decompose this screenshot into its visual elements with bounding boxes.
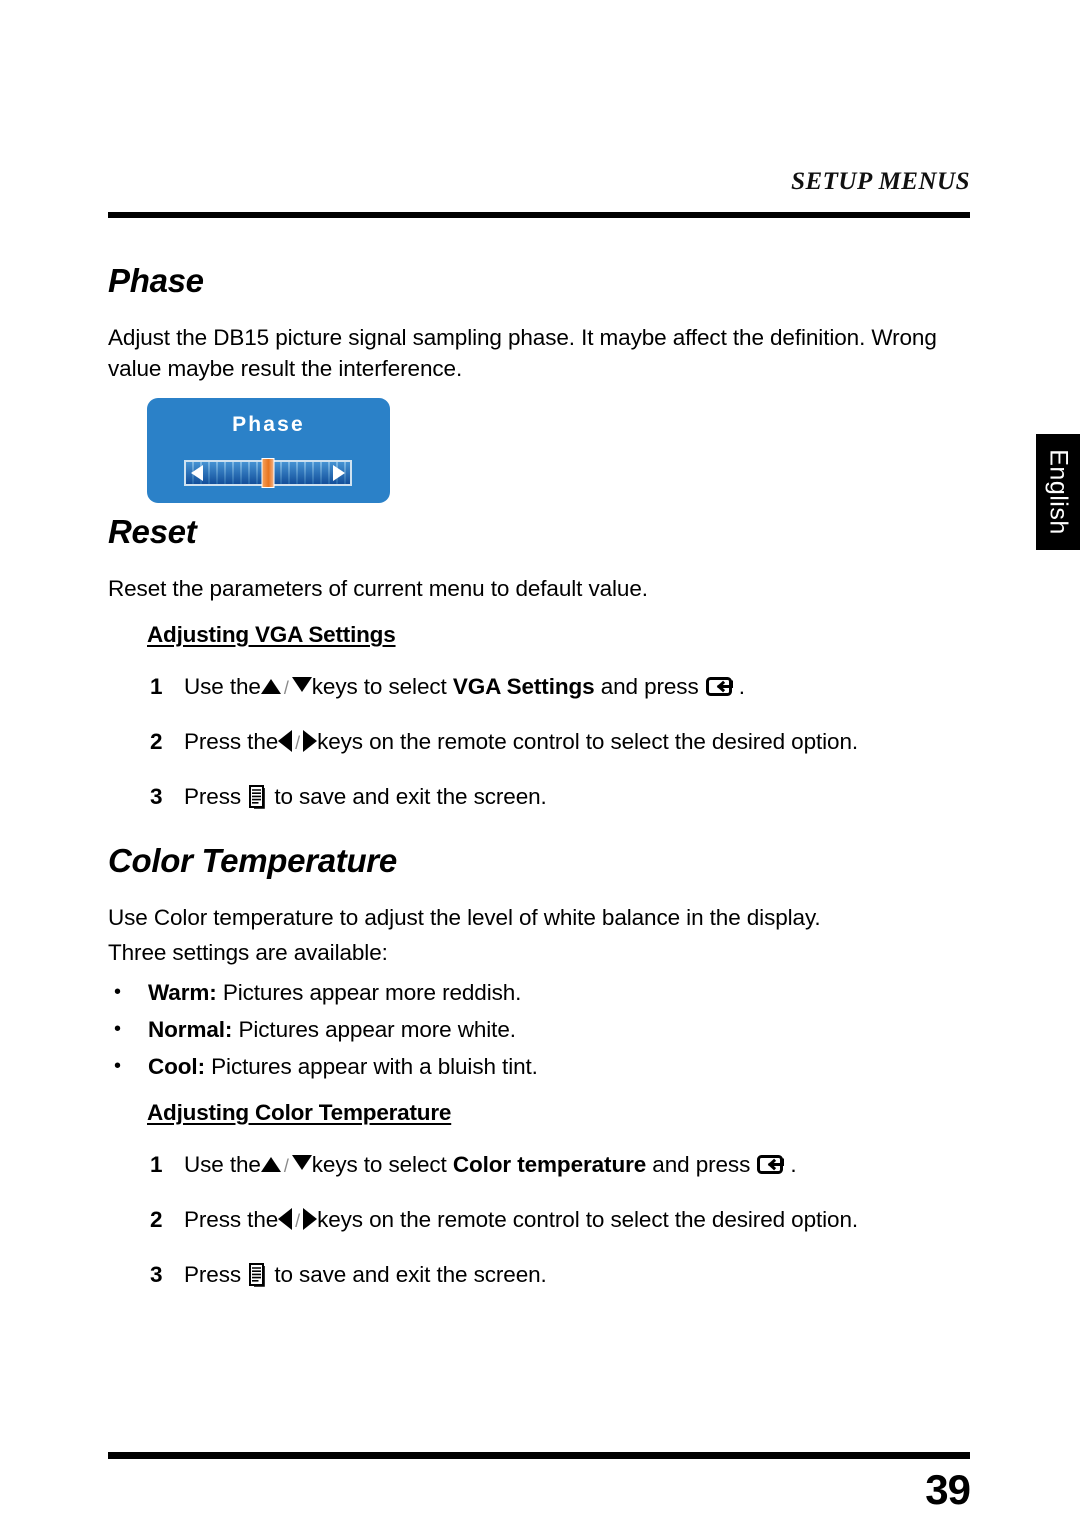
list-item: Normal: Pictures appear more white. [108, 1014, 988, 1045]
option-label: Normal: [148, 1017, 233, 1042]
footer-rule [108, 1452, 970, 1459]
osd-slider[interactable] [184, 458, 352, 488]
enter-key-icon [705, 676, 738, 697]
section-paragraph-color-temperature-2: Three settings are available: [108, 940, 388, 965]
step-text: Press the [184, 729, 279, 754]
step-number: 2 [150, 1207, 163, 1232]
step-text: Press [184, 784, 248, 809]
section-paragraph-reset: Reset the parameters of current menu to … [108, 576, 648, 601]
list-item: Warm: Pictures appear more reddish. [108, 977, 988, 1008]
step-number: 1 [150, 1152, 163, 1177]
step-text: Press the [184, 1207, 279, 1232]
step-text: to save and exit the screen. [268, 784, 547, 809]
triangle-up-icon [260, 679, 281, 694]
option-label: Warm: [148, 980, 217, 1005]
step-number: 3 [150, 784, 163, 809]
step-item: 2 Press the / keys on the remote control t… [108, 1205, 988, 1236]
list-item: Cool: Pictures appear with a bluish tint… [108, 1051, 988, 1082]
section-paragraph-color-temperature: Use Color temperature to adjust the leve… [108, 905, 821, 930]
triangle-left-icon [278, 1208, 293, 1230]
step-number: 3 [150, 1262, 163, 1287]
step-text: . [790, 1152, 797, 1177]
menu-key-icon [249, 1263, 266, 1287]
step-text: to save and exit the screen. [268, 1262, 547, 1287]
triangle-down-icon [291, 677, 312, 692]
separator-slash: / [295, 733, 301, 753]
menu-key-icon [249, 785, 266, 809]
separator-slash: / [283, 678, 289, 698]
separator-slash: / [295, 1211, 301, 1231]
color-temperature-options-list: Warm: Pictures appear more reddish. Norm… [108, 977, 988, 1082]
osd-box: Phase [147, 398, 390, 503]
step-text: and press [646, 1152, 757, 1177]
running-header-title: SETUP MENUS [791, 168, 970, 195]
step-text: Use the [184, 1152, 261, 1177]
section-title-reset: Reset [108, 513, 197, 550]
slider-handle[interactable] [261, 458, 275, 488]
step-text: keys on the remote control to select the… [317, 1207, 859, 1232]
osd-title: Phase [232, 413, 305, 436]
step-text: Use the [184, 674, 261, 699]
step-text: keys on the remote control to select the… [317, 729, 859, 754]
step-item: 1 Use the / keys to select VGA Settings an… [108, 672, 988, 703]
header-rule [108, 212, 970, 218]
page-number: 39 [925, 1466, 971, 1513]
triangle-right-icon [303, 1208, 318, 1230]
step-text: and press [594, 674, 705, 699]
triangle-right-icon [303, 730, 318, 752]
triangle-left-icon [191, 465, 203, 481]
step-item: 2 Press the / keys on the remote control t… [108, 727, 988, 758]
step-item: 3 Press to save and exit the screen. [108, 1260, 988, 1290]
step-emphasis: VGA Settings [452, 674, 595, 699]
step-text: Press [184, 1262, 248, 1287]
step-text: keys to select [311, 674, 453, 699]
osd-illustration-phase: Phase [108, 398, 988, 503]
language-tab: English [1036, 434, 1080, 550]
separator-slash: / [283, 1156, 289, 1176]
sub-head-adjusting-vga-settings: Adjusting VGA Settings [147, 622, 396, 647]
steps-list-color-temperature: 1 Use the / keys to select Color temperatu… [108, 1150, 988, 1290]
step-text: keys to select [311, 1152, 453, 1177]
step-item: 3 Press to save and exit the screen. [108, 782, 988, 812]
step-emphasis: Color temperature [452, 1152, 647, 1177]
document-page: SETUP MENUS Phase Adjust the DB15 pictur… [0, 0, 1080, 1529]
triangle-down-icon [291, 1155, 312, 1170]
step-item: 1 Use the / keys to select Color temperatu… [108, 1150, 988, 1181]
step-number: 1 [150, 674, 163, 699]
step-number: 2 [150, 729, 163, 754]
sub-head-adjusting-color-temperature: Adjusting Color Temperature [147, 1100, 452, 1125]
triangle-left-icon [278, 730, 293, 752]
option-text: Pictures appear with a bluish tint. [204, 1054, 538, 1079]
section-paragraph-phase: Adjust the DB15 picture signal sampling … [108, 325, 937, 381]
option-text: Pictures appear more reddish. [216, 980, 522, 1005]
language-tab-label: English [1044, 449, 1073, 535]
triangle-up-icon [260, 1157, 281, 1172]
page-content: Phase Adjust the DB15 picture signal sam… [108, 262, 988, 1290]
triangle-right-icon [333, 465, 345, 481]
option-label: Cool: [148, 1054, 205, 1079]
steps-list-vga: 1 Use the / keys to select VGA Settings an… [108, 672, 988, 812]
option-text: Pictures appear more white. [232, 1017, 516, 1042]
step-text: . [738, 674, 745, 699]
section-title-phase: Phase [108, 262, 204, 299]
enter-key-icon [757, 1154, 789, 1175]
section-title-color-temperature: Color Temperature [108, 842, 397, 879]
